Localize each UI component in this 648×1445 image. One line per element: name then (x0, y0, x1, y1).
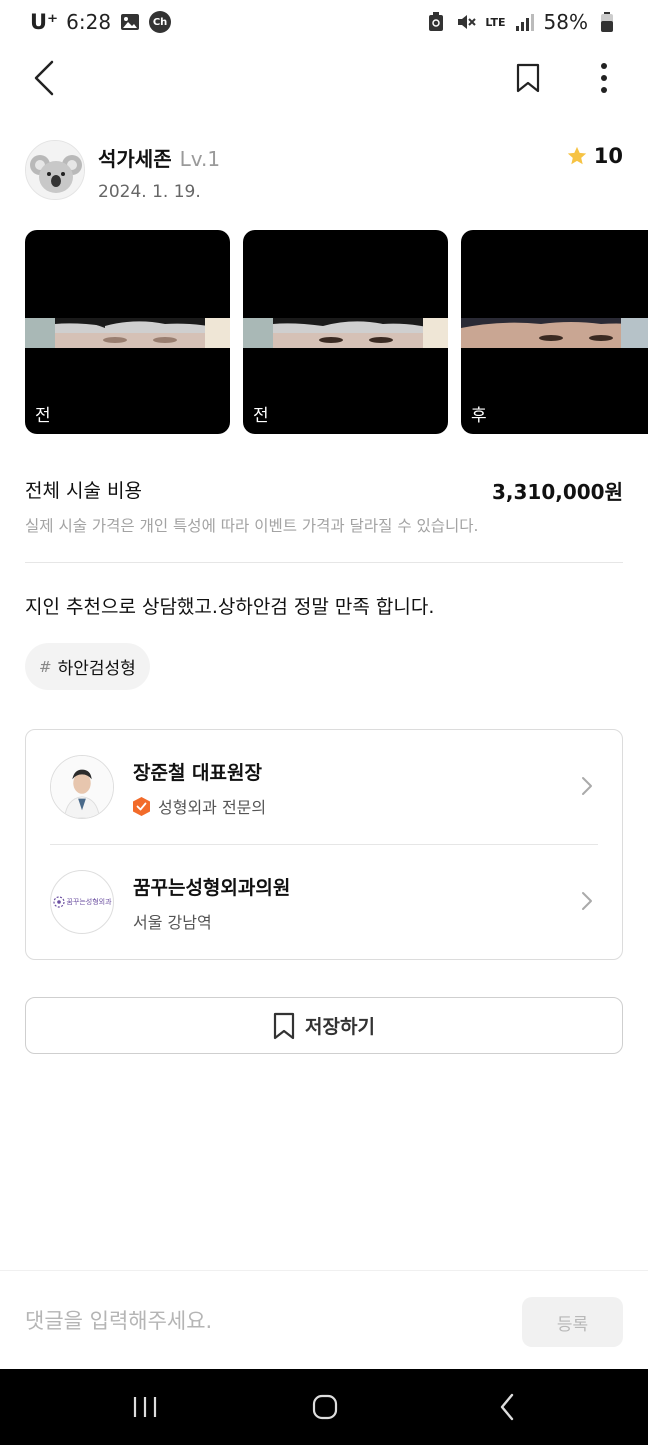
author-avatar[interactable] (25, 140, 85, 200)
bookmark-icon (273, 1012, 295, 1039)
recent-apps-icon (133, 1397, 157, 1417)
photo-label: 전 (253, 406, 269, 426)
post-date: 2024. 1. 19. (98, 182, 201, 202)
rating-value: 10 (593, 144, 623, 168)
more-options-button[interactable] (584, 58, 624, 98)
clinic-row[interactable]: 꿈꾸는성형외과 꿈꾸는성형외과의원 서울 강남역 (26, 845, 622, 959)
carrier-label: U⁺ (30, 10, 59, 34)
top-navigation (0, 50, 648, 106)
save-button-label: 저장하기 (305, 1016, 375, 1038)
verified-badge-icon (133, 796, 150, 816)
procedure-tag[interactable]: # 하안검성형 (25, 643, 150, 690)
system-navigation-bar (0, 1369, 648, 1445)
home-button[interactable] (306, 1391, 344, 1423)
author-level: Lv.1 (179, 147, 221, 171)
network-type: LTE (485, 15, 506, 29)
author-header: 석가세존 Lv.1 2024. 1. 19. 10 (25, 140, 623, 204)
author-name[interactable]: 석가세존 (98, 143, 172, 172)
status-bar: U⁺ 6:28 Ch LTE 58% (0, 0, 648, 44)
cost-label: 전체 시술 비용 (25, 480, 142, 502)
photo-label: 전 (35, 406, 51, 426)
doctor-name: 장준철 대표원장 (133, 762, 262, 784)
recycle-icon (425, 11, 447, 33)
save-button[interactable]: 저장하기 (25, 997, 623, 1054)
chevron-left-icon (34, 60, 54, 96)
bookmark-button[interactable] (508, 58, 548, 98)
photo-before-1[interactable]: 전 (25, 230, 230, 434)
bookmark-icon (516, 63, 540, 93)
cost-value: 3,310,000원 (491, 480, 623, 504)
clock: 6:28 (66, 10, 112, 34)
back-button[interactable] (24, 58, 64, 98)
chevron-right-icon (582, 777, 592, 795)
section-divider (25, 562, 623, 563)
doctor-avatar (50, 755, 114, 819)
eye-strip-image (25, 318, 230, 348)
chevron-right-icon (582, 892, 592, 910)
star-icon (567, 146, 586, 165)
gallery-icon (119, 11, 141, 33)
battery-percent: 58% (543, 10, 588, 34)
comment-input[interactable] (25, 1301, 495, 1341)
home-icon (312, 1394, 338, 1420)
photo-before-2[interactable]: 전 (243, 230, 448, 434)
signal-icon (514, 11, 536, 33)
eye-strip-image (243, 318, 448, 348)
recent-apps-button[interactable] (126, 1393, 164, 1421)
doctor-clinic-card: 장준철 대표원장 성형외과 전문의 꿈꾸는성형외과 꿈꾸는성형외과의원 서울 강… (25, 729, 623, 960)
mute-icon (455, 11, 477, 33)
chat-notification-icon: Ch (149, 11, 172, 33)
hash-icon: # (39, 657, 52, 676)
submit-comment-button[interactable]: 등록 (522, 1297, 623, 1347)
clinic-logo-icon (53, 896, 66, 908)
clinic-logo: 꿈꾸는성형외과 (50, 870, 114, 934)
system-back-button[interactable] (488, 1391, 526, 1423)
battery-icon (596, 11, 618, 33)
eye-strip-image (461, 318, 648, 348)
doctor-specialty: 성형외과 전문의 (158, 798, 267, 817)
cost-disclaimer: 실제 시술 가격은 개인 특성에 따라 이벤트 가격과 달라질 수 있습니다. (25, 517, 479, 535)
more-vertical-icon (601, 63, 607, 93)
rating: 10 (566, 144, 623, 168)
photo-carousel[interactable]: 전 전 후 (25, 230, 648, 435)
tag-label: 하안검성형 (57, 659, 136, 679)
comment-bar: 등록 (0, 1270, 648, 1369)
clinic-logo-text: 꿈꾸는성형외과 (66, 898, 112, 906)
doctor-row[interactable]: 장준철 대표원장 성형외과 전문의 (26, 730, 622, 844)
review-text: 지인 추천으로 상담했고.상하안검 정말 만족 합니다. (25, 596, 435, 618)
clinic-name: 꿈꾸는성형외과의원 (133, 877, 291, 899)
photo-label: 후 (471, 406, 487, 426)
photo-after[interactable]: 후 (461, 230, 648, 434)
chevron-left-icon (500, 1393, 514, 1421)
clinic-location: 서울 강남역 (133, 913, 212, 932)
koala-avatar-icon (26, 141, 84, 199)
doctor-photo-icon (51, 756, 113, 818)
